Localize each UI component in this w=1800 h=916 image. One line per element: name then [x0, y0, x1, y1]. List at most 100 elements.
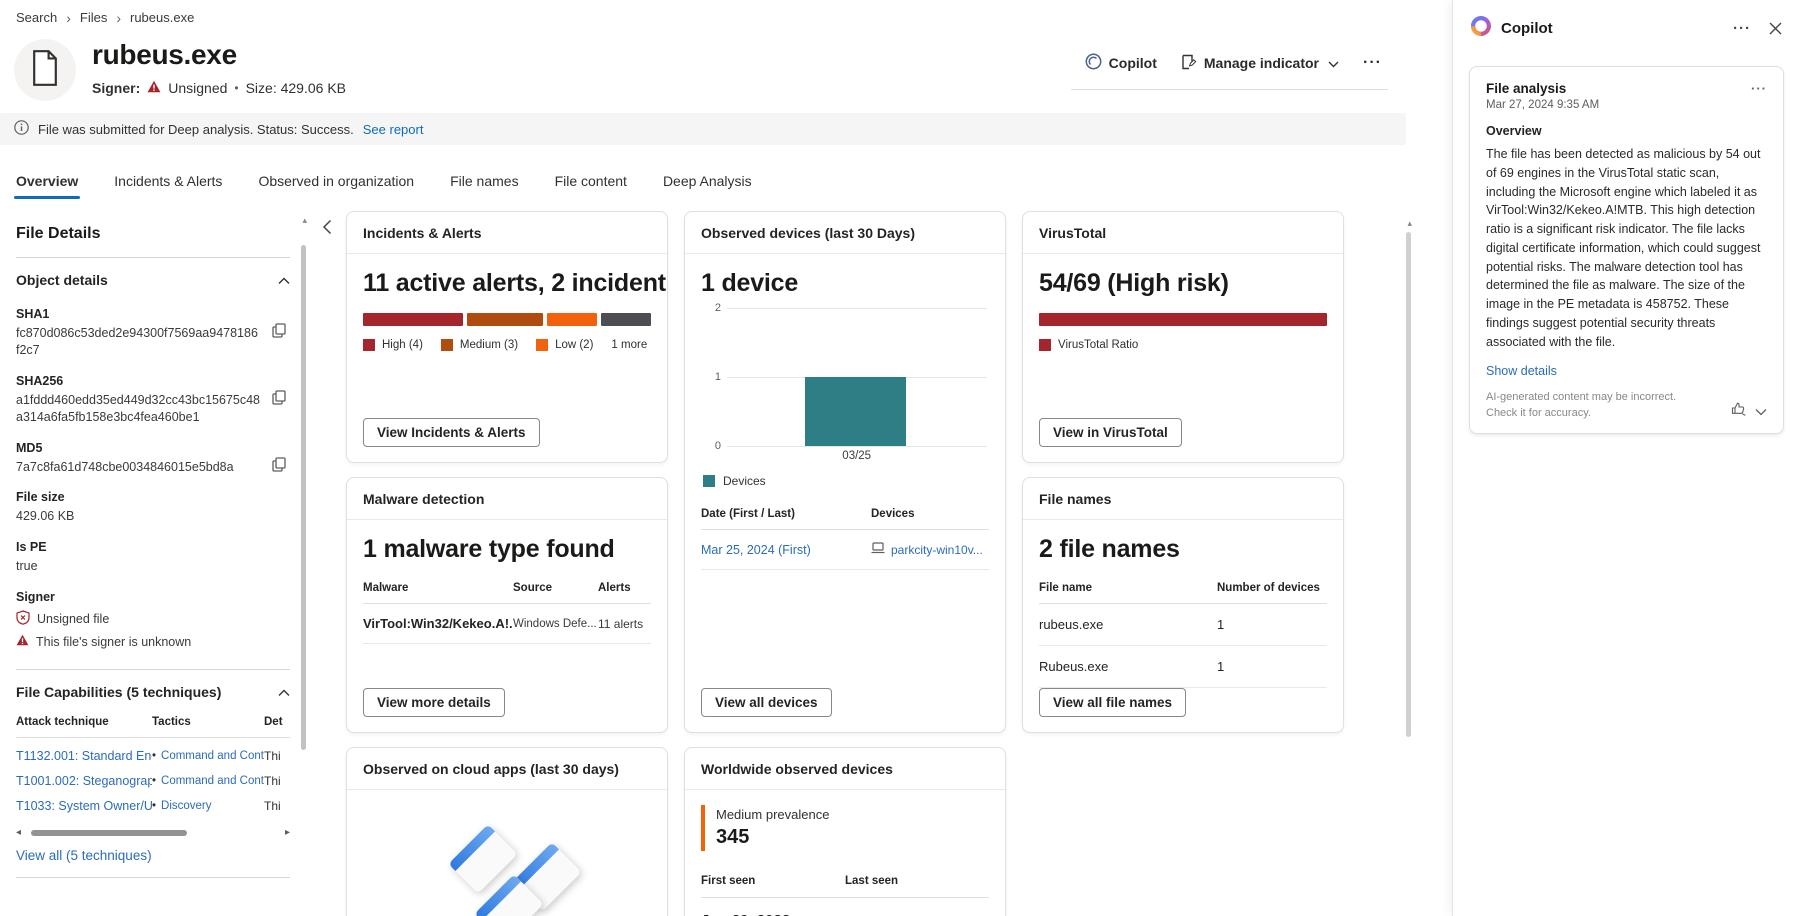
file-header: rubeus.exe Signer: Unsigned • Size: 429.… [0, 27, 1452, 101]
virustotal-legend: VirusTotal Ratio [1039, 339, 1327, 351]
scrollbar-thumb[interactable] [1406, 232, 1411, 737]
manage-indicator-icon [1181, 54, 1197, 73]
see-report-link[interactable]: See report [363, 122, 424, 137]
card-title: Worldwide observed devices [685, 748, 1005, 790]
severity-segment [363, 313, 464, 326]
col-tactics: Tactics [152, 716, 191, 729]
severity-legend-item: Medium (3) [440, 339, 518, 351]
signer-value: Unsigned [168, 80, 228, 96]
file-name-cell: rubeus.exe [1039, 617, 1104, 632]
view-in-virustotal-button[interactable]: View in VirusTotal [1039, 418, 1182, 447]
first-seen-value: Jun 29, 2022 [701, 912, 845, 916]
copilot-icon [1085, 53, 1102, 73]
tactic-link[interactable]: •Command and Control [152, 775, 264, 787]
close-icon[interactable] [1769, 22, 1782, 35]
more-actions-button[interactable]: ··· [1363, 54, 1382, 72]
malware-source: Windows Defe... [513, 617, 597, 630]
analysis-body-text: The file has been detected as malicious … [1486, 147, 1761, 349]
thumbs-feedback-icon[interactable] [1731, 402, 1747, 421]
copy-icon[interactable] [272, 456, 286, 477]
tactic-link[interactable]: • Discovery [152, 800, 264, 812]
warning-triangle-icon [16, 634, 29, 649]
info-banner: File was submitted for Deep analysis. St… [0, 113, 1406, 145]
copilot-logo-icon [1470, 15, 1492, 42]
technique-link[interactable]: T1033: System Owner/U... [16, 799, 152, 813]
horizontal-scrollbar[interactable]: ◂ ▸ [16, 827, 290, 838]
manage-indicator-button[interactable]: Manage indicator [1181, 54, 1339, 73]
signer-label: Signer: [92, 80, 141, 96]
tab-file-names[interactable]: File names [450, 173, 518, 199]
device-link[interactable]: parkcity-win10v... [891, 543, 983, 557]
copilot-button-label: Copilot [1108, 55, 1157, 71]
severity-legend-item: 1 more [611, 339, 648, 351]
file-capabilities-header[interactable]: File Capabilities (5 techniques) [16, 670, 290, 704]
card-body: 11 active alerts, 2 incidents High (4) Me… [347, 254, 667, 462]
tab-incidents-alerts[interactable]: Incidents & Alerts [114, 173, 222, 199]
tab-observed-in-organization[interactable]: Observed in organization [258, 173, 414, 199]
copilot-more-button[interactable]: ··· [1733, 20, 1751, 37]
chevron-right-icon: › [66, 9, 71, 26]
technique-link[interactable]: T1132.001: Standard Enc... [16, 749, 152, 763]
title-block: rubeus.exe Signer: Unsigned • Size: 429.… [92, 39, 346, 96]
collapse-panel-button[interactable] [322, 219, 332, 240]
scrollbar-thumb[interactable] [31, 829, 188, 836]
object-details-header[interactable]: Object details [16, 258, 290, 292]
bar-chart-plot: 0 1 2 [715, 302, 987, 452]
breadcrumb: Search › Files › rubeus.exe [0, 0, 1452, 27]
copy-icon[interactable] [272, 390, 286, 410]
col-attack-technique: Attack technique [16, 716, 109, 729]
prevalence-value: 345 [716, 826, 750, 848]
view-more-details-button[interactable]: View more details [363, 688, 505, 717]
vertical-scrollbar[interactable] [1404, 232, 1412, 752]
seen-table-header: First seen Last seen [701, 875, 989, 898]
view-all-devices-button[interactable]: View all devices [701, 688, 832, 717]
show-details-link[interactable]: Show details [1486, 364, 1767, 378]
scrollbar-track[interactable] [27, 829, 279, 837]
is-pe-value: true [16, 559, 38, 574]
bullet-icon: • [152, 775, 157, 788]
tactic-link[interactable]: •Command and Control [152, 750, 264, 762]
scroll-up-icon[interactable]: ▴ [1407, 218, 1412, 229]
tab-deep-analysis[interactable]: Deep Analysis [663, 173, 752, 199]
view-all-techniques-link[interactable]: View all (5 techniques) [16, 848, 290, 863]
col-devices: Devices [871, 508, 915, 520]
view-all-file-names-button[interactable]: View all file names [1039, 688, 1187, 717]
view-incidents-alerts-button[interactable]: View Incidents & Alerts [363, 418, 540, 447]
vertical-scrollbar[interactable] [301, 245, 307, 765]
feedback-controls [1731, 402, 1767, 421]
severity-bar [363, 313, 651, 326]
first-seen-date-link[interactable]: Mar 25, 2024 (First) [701, 543, 871, 557]
copilot-button[interactable]: Copilot [1085, 53, 1157, 73]
file-size-label: File size [16, 490, 65, 505]
copy-icon[interactable] [272, 323, 286, 343]
file-size-value: 429.06 KB [16, 509, 75, 524]
capabilities-table: Attack technique Tactics Det T1132.001: … [16, 716, 290, 813]
device-count-cell: 1 [1217, 617, 1225, 632]
md5-label: MD5 [16, 440, 43, 455]
scroll-up-icon[interactable]: ▴ [302, 215, 307, 226]
devices-chart: 0 1 2 03/25 Devices [701, 302, 989, 488]
tab-file-content[interactable]: File content [555, 173, 627, 199]
severity-segment [600, 313, 651, 326]
copilot-card-more-button[interactable]: ··· [1751, 81, 1767, 96]
chevron-down-icon[interactable] [1755, 403, 1767, 421]
breadcrumb-files[interactable]: Files [80, 10, 107, 25]
col-alerts: Alerts [598, 582, 631, 594]
chevron-up-icon[interactable] [278, 684, 290, 700]
manage-indicator-label: Manage indicator [1203, 55, 1320, 71]
tab-overview[interactable]: Overview [13, 173, 81, 199]
technique-link[interactable]: T1001.002: Steganograp... [16, 774, 152, 788]
scroll-left-icon[interactable]: ◂ [16, 827, 21, 838]
chevron-right-icon: › [116, 9, 121, 26]
detail-cell: Thi [264, 749, 281, 764]
chevron-up-icon[interactable] [278, 272, 290, 288]
is-pe-label: Is PE [16, 540, 47, 555]
file-avatar [14, 39, 76, 101]
scroll-right-icon[interactable]: ▸ [285, 827, 290, 838]
file-capabilities-label: File Capabilities (5 techniques) [16, 684, 222, 701]
is-pe-field: Is PE true [16, 540, 290, 575]
sha256-label: SHA256 [16, 373, 64, 388]
scrollbar-thumb[interactable] [301, 245, 306, 750]
breadcrumb-search[interactable]: Search [16, 10, 57, 25]
col-detail: Det [264, 716, 283, 729]
